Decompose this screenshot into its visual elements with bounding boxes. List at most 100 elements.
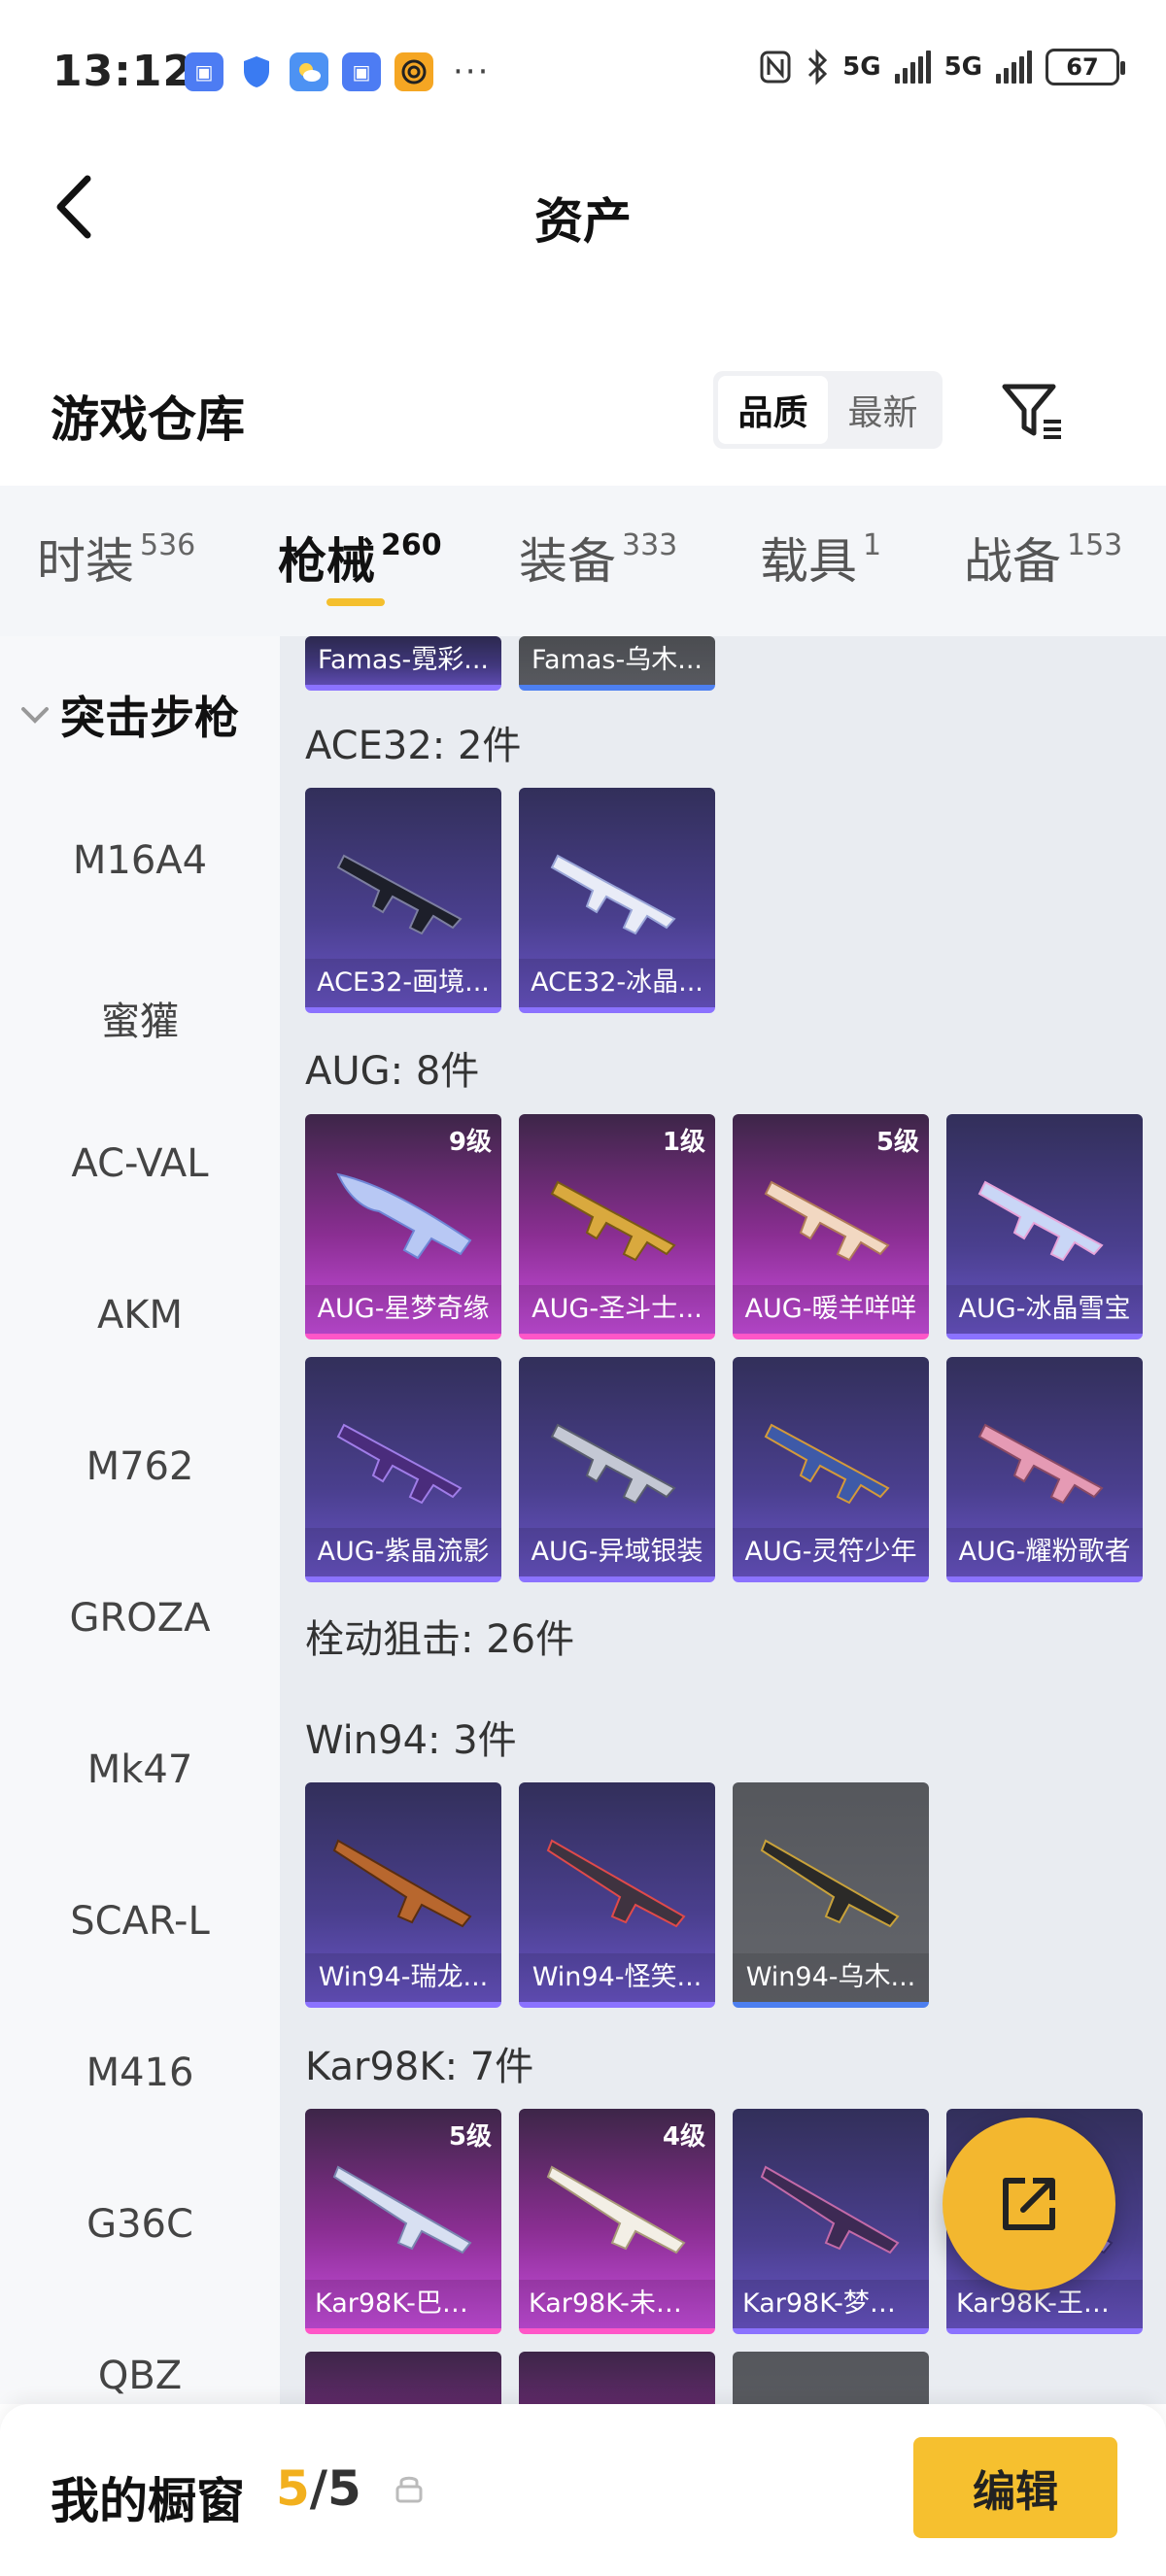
filter-button[interactable]	[999, 377, 1067, 445]
sidebar-item-groza[interactable]: GROZA	[0, 1596, 280, 1641]
weapon-name: AUG-冰晶雪宝	[946, 1285, 1143, 1334]
weapon-name: Kar98K-未来...	[519, 2280, 715, 2328]
sim-app-icon: ▣	[185, 52, 223, 91]
active-tab-indicator	[326, 598, 385, 606]
sidebar-item-qbz[interactable]: QBZ	[0, 2354, 280, 2398]
weapon-card[interactable]: Kar98K-梦幻...	[733, 2109, 929, 2334]
battery-icon: 67	[1046, 49, 1125, 85]
sort-latest-button[interactable]: 最新	[828, 376, 938, 444]
sidebar-item-honey-badger[interactable]: 蜜獾	[0, 990, 280, 1046]
sidebar-item-m762[interactable]: M762	[0, 1444, 280, 1489]
rifle-icon	[764, 1180, 890, 1262]
weapon-card[interactable]: AUG-异域银装	[519, 1357, 715, 1582]
sidebar-item-scar-l[interactable]: SCAR-L	[0, 1899, 280, 1944]
section-title-aug: AUG: 8件	[305, 1049, 480, 1094]
weapon-card[interactable]: ACE32-冰晶...	[519, 788, 715, 1013]
warehouse-header: 游戏仓库 品质 最新	[0, 350, 1166, 486]
tab-count: 1	[863, 528, 882, 562]
rifle-icon	[550, 1423, 676, 1505]
weapon-name: AUG-圣斗士...	[519, 1285, 715, 1334]
showcase-bar: 我的橱窗 5/5 编辑	[0, 2404, 1166, 2576]
rifle-icon	[546, 2165, 686, 2254]
section-title-bolt-sniper: 栓动狙击: 26件	[305, 1617, 575, 1662]
tab-firearms[interactable]: 枪械 260	[278, 523, 442, 593]
weapon-name: AUG-灵符少年	[733, 1528, 929, 1576]
tab-label: 枪械	[278, 533, 375, 590]
weapon-card[interactable]: Win94-瑞龙...	[305, 1782, 501, 2008]
rifle-icon	[977, 1180, 1104, 1262]
shield-icon	[237, 52, 276, 91]
sidebar-item-m416[interactable]: M416	[0, 2051, 280, 2095]
tab-label: 载具	[760, 533, 857, 590]
weapon-name: Win94-瑞龙...	[305, 1953, 501, 2002]
weapon-card[interactable]: 1级 AUG-圣斗士...	[519, 1114, 715, 1339]
tab-count: 153	[1067, 528, 1123, 562]
lock-icon	[395, 2476, 423, 2503]
rifle-icon	[336, 1423, 463, 1505]
network-type-2: 5G	[943, 52, 982, 82]
weapon-card[interactable]	[305, 2352, 501, 2404]
rifle-icon	[332, 1839, 472, 1928]
sidebar-item-ac-val[interactable]: AC-VAL	[0, 1141, 280, 1186]
weather-icon	[290, 52, 328, 91]
weapon-card[interactable]	[519, 2352, 715, 2404]
notification-icons: ▣ ▣ ···	[185, 52, 490, 91]
weapon-name: AUG-紫晶流影	[305, 1528, 501, 1576]
category-tabs: 时装 536 枪械 260 装备 333 载具 1 战备 153	[0, 486, 1166, 636]
sidebar-item-g36c[interactable]: G36C	[0, 2202, 280, 2247]
nfc-icon	[760, 51, 791, 84]
bluetooth-icon	[808, 49, 828, 85]
tab-label: 时装	[37, 533, 134, 590]
tab-equipment[interactable]: 装备 333	[519, 523, 677, 593]
chevron-down-icon	[21, 707, 49, 724]
sort-quality-button[interactable]: 品质	[718, 376, 828, 444]
page-title: 资产	[534, 193, 632, 250]
weapon-card[interactable]: 5级 Kar98K-巴巴...	[305, 2109, 501, 2334]
tab-vehicles[interactable]: 载具 1	[760, 523, 881, 593]
weapon-name: Win94-乌木...	[733, 1953, 929, 2002]
weapon-name: AUG-异域银装	[519, 1528, 715, 1576]
filter-icon	[1002, 384, 1061, 439]
weapon-card[interactable]: AUG-冰晶雪宝	[946, 1114, 1143, 1339]
weapon-card[interactable]: Win94-乌木...	[733, 1782, 929, 2008]
weapon-card[interactable]: Win94-怪笑...	[519, 1782, 715, 2008]
sim-app-icon: ▣	[342, 52, 381, 91]
rifle-icon	[764, 1423, 890, 1505]
weapon-name: AUG-星梦奇缘	[305, 1285, 501, 1334]
tab-count: 260	[381, 528, 442, 562]
rifle-icon	[336, 854, 463, 935]
weapon-card[interactable]: Famas-乌木...	[519, 636, 715, 691]
weapon-card[interactable]: ACE32-画境...	[305, 788, 501, 1013]
share-icon	[1003, 2178, 1055, 2230]
weapon-card[interactable]: Famas-霓彩...	[305, 636, 501, 691]
sidebar-item-m16a4[interactable]: M16A4	[0, 838, 280, 883]
weapon-name: Famas-霓彩...	[305, 636, 501, 685]
warehouse-title: 游戏仓库	[51, 391, 245, 448]
rifle-icon	[336, 1172, 472, 1260]
weapon-card[interactable]: 5级 AUG-暖羊咩咩	[733, 1114, 929, 1339]
weapon-card[interactable]: AUG-耀粉歌者	[946, 1357, 1143, 1582]
weapon-name: AUG-暖羊咩咩	[733, 1285, 929, 1334]
weapon-card[interactable]: 9级 AUG-星梦奇缘	[305, 1114, 501, 1339]
tab-combat-gear[interactable]: 战备 153	[964, 523, 1122, 593]
sidebar-category-label: 突击步枪	[60, 692, 239, 744]
sidebar-item-akm[interactable]: AKM	[0, 1293, 280, 1338]
section-title-ace32: ACE32: 2件	[305, 724, 522, 768]
weapon-name: AUG-耀粉歌者	[946, 1528, 1143, 1576]
sidebar-category-assault-rifle[interactable]: 突击步枪	[19, 683, 239, 747]
signal-icon	[894, 51, 931, 84]
weapon-type-sidebar: 突击步枪 M16A4 蜜獾 AC-VAL AKM M762 GROZA Mk47…	[0, 636, 280, 2404]
rifle-icon	[332, 2165, 472, 2254]
weapon-card[interactable]: 4级 Kar98K-未来...	[519, 2109, 715, 2334]
rifle-icon	[546, 1839, 686, 1928]
weapon-card[interactable]	[733, 2352, 929, 2404]
sidebar-item-mk47[interactable]: Mk47	[0, 1747, 280, 1792]
share-button[interactable]	[943, 2118, 1115, 2290]
target-app-icon	[394, 52, 433, 91]
weapon-card[interactable]: AUG-紫晶流影	[305, 1357, 501, 1582]
app-header: 资产	[0, 146, 1166, 272]
tab-fashion[interactable]: 时装 536	[37, 523, 195, 593]
edit-button[interactable]: 编辑	[913, 2437, 1117, 2538]
weapon-card[interactable]: AUG-灵符少年	[733, 1357, 929, 1582]
weapon-name: Win94-怪笑...	[519, 1953, 715, 2002]
